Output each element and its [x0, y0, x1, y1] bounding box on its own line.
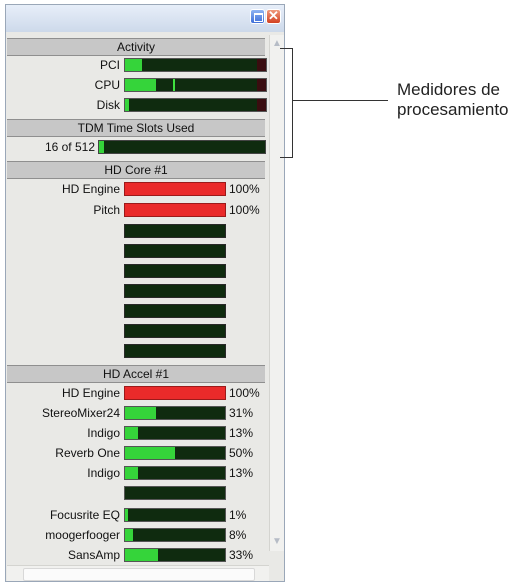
- empty-slot-meter: [124, 304, 226, 318]
- accel-percent: 13%: [229, 426, 254, 440]
- pitch-percent: 100%: [229, 203, 260, 217]
- accel-label: Reverb One: [55, 446, 120, 460]
- cpu-meter: [124, 78, 267, 92]
- tdm-meter-fill: [99, 141, 104, 153]
- empty-slot-meter: [124, 284, 226, 298]
- scroll-down-icon[interactable]: ▼: [272, 537, 282, 547]
- horizontal-scrollbar[interactable]: [7, 565, 269, 581]
- accel-meter-fill: [125, 407, 156, 419]
- accel-meter: [124, 426, 226, 440]
- cpu-label: CPU: [94, 78, 120, 92]
- accel-label: Indigo: [87, 466, 120, 480]
- accel-meter: [124, 446, 226, 460]
- horizontal-scroll-thumb[interactable]: [23, 568, 255, 581]
- hd-accel-header: HD Accel #1: [7, 365, 265, 383]
- accel-meter-fill: [125, 427, 138, 439]
- accel-meter: [124, 486, 226, 500]
- callout-bracket: [280, 48, 293, 158]
- cpu-meter-fill: [125, 79, 157, 91]
- tdm-meter: [98, 140, 266, 154]
- pci-meter-fill: [125, 59, 142, 71]
- accel-percent: 33%: [229, 548, 254, 562]
- accel-meter-fill: [125, 549, 158, 561]
- accel-percent: 100%: [229, 386, 260, 400]
- pitch-label: Pitch: [93, 203, 120, 217]
- hd-core-engine-percent: 100%: [229, 182, 260, 196]
- accel-label: Indigo: [87, 426, 120, 440]
- empty-slot-meter: [124, 344, 226, 358]
- hd-core-engine-meter: [124, 182, 226, 196]
- accel-label: HD Engine: [61, 386, 120, 400]
- pitch-meter: [124, 203, 226, 217]
- accel-meter-fill: [125, 447, 175, 459]
- accel-label: SansAmp: [67, 548, 120, 562]
- empty-slot-meter: [124, 324, 226, 338]
- accel-percent: 50%: [229, 446, 254, 460]
- accel-meter-fill: [125, 509, 128, 521]
- accel-meter-fill: [125, 529, 133, 541]
- accel-label: StereoMixer24: [41, 406, 120, 420]
- activity-header: Activity: [7, 38, 265, 56]
- close-icon[interactable]: ✕: [266, 8, 281, 24]
- accel-percent: 1%: [229, 508, 247, 522]
- empty-slot-meter: [124, 264, 226, 278]
- callout-pointer-line: [292, 100, 388, 101]
- accel-meter: [124, 508, 226, 522]
- accel-meter: [124, 528, 226, 542]
- accel-meter-fill: [125, 467, 138, 479]
- hd-core-engine-label: HD Engine: [61, 182, 120, 196]
- tdm-header: TDM Time Slots Used: [7, 119, 265, 137]
- cpu-peak-tick: [173, 79, 175, 91]
- title-bar[interactable]: ✕: [6, 5, 284, 32]
- accel-label: moogerfooger: [45, 528, 120, 542]
- accel-percent: 8%: [229, 528, 247, 542]
- meters-panel: Activity PCI CPU Disk TDM Time Slots Use…: [7, 35, 267, 575]
- hd-core-header: HD Core #1: [7, 161, 265, 179]
- close-glyph: ✕: [268, 8, 279, 23]
- accel-meter: [124, 548, 226, 562]
- cpu-peak-indicator: [257, 79, 266, 91]
- disk-peak-indicator: [257, 99, 266, 111]
- pci-label: PCI: [99, 58, 120, 72]
- accel-meter: [124, 466, 226, 480]
- accel-meter: [124, 406, 226, 420]
- system-usage-window: ✕ Activity PCI CPU Disk TDM Time Slots U…: [5, 4, 285, 582]
- processing-meters-callout: Medidores de procesamiento: [397, 80, 509, 120]
- disk-meter: [124, 98, 267, 112]
- minimize-icon[interactable]: [250, 9, 265, 24]
- empty-slot-meter: [124, 224, 226, 238]
- callout-line-2: procesamiento: [397, 100, 509, 119]
- tdm-slots-value: 16 of 512: [44, 140, 95, 154]
- accel-label: Focusrite EQ: [49, 508, 120, 522]
- empty-slot-meter: [124, 244, 226, 258]
- callout-line-1: Medidores de: [397, 80, 501, 99]
- accel-meter: [124, 386, 226, 400]
- accel-percent: 31%: [229, 406, 254, 420]
- accel-percent: 13%: [229, 466, 254, 480]
- pci-peak-indicator: [257, 59, 266, 71]
- pci-meter: [124, 58, 267, 72]
- disk-meter-fill: [125, 99, 130, 111]
- disk-label: Disk: [96, 98, 120, 112]
